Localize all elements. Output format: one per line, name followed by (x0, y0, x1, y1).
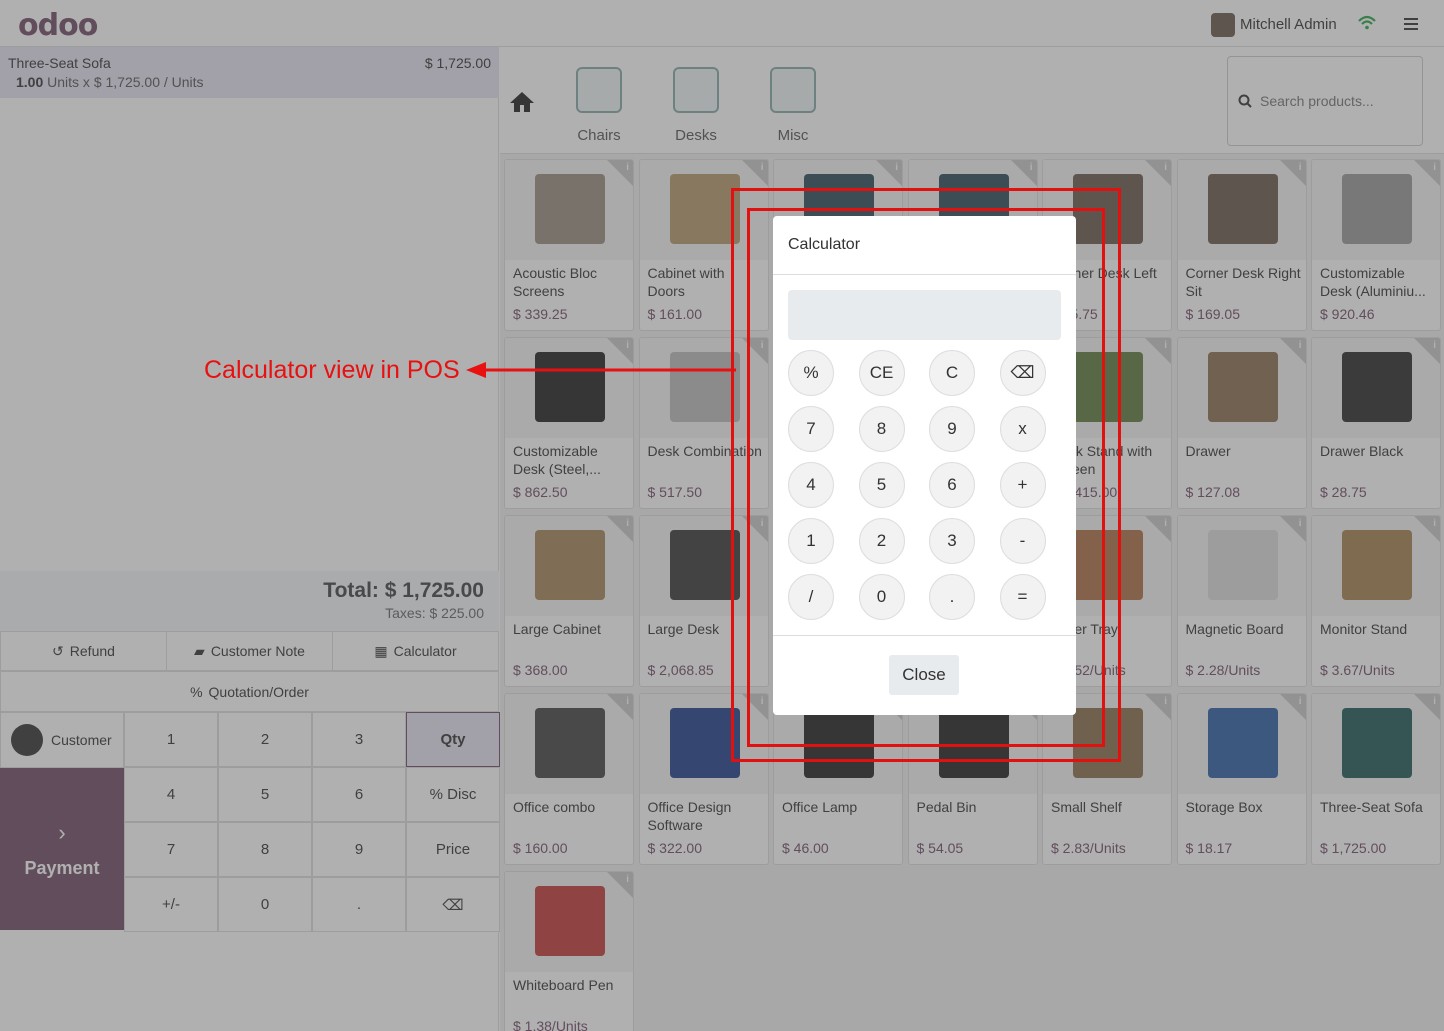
calc-key-7[interactable]: 7 (788, 406, 834, 452)
calc-key-2[interactable]: 2 (858, 518, 905, 564)
annotation-label: Calculator view in POS (204, 356, 460, 384)
calc-key-0[interactable]: 0 (858, 574, 905, 620)
calc-key-9[interactable]: 9 (929, 406, 975, 452)
clear-entry-key[interactable]: CE (858, 350, 905, 396)
pos-app: odoo Mitchell Admin Three-Seat Sofa $ 1,… (0, 0, 1444, 1031)
dialog-header-divider (773, 274, 1076, 275)
calc-key-3[interactable]: 3 (929, 518, 975, 564)
clear-key[interactable]: C (929, 350, 975, 396)
equals-key[interactable]: = (999, 574, 1046, 620)
calc-key-5[interactable]: 5 (858, 462, 905, 508)
multiply-key[interactable]: x (999, 406, 1046, 452)
calc-key-1[interactable]: 1 (788, 518, 834, 564)
dialog-footer-divider (773, 635, 1076, 636)
divide-key[interactable]: / (788, 574, 834, 620)
calc-key-6[interactable]: 6 (929, 462, 975, 508)
dialog-title: Calculator (788, 236, 861, 253)
close-button[interactable]: Close (889, 655, 959, 695)
percent-key[interactable]: % (788, 350, 834, 396)
annotation-arrow (466, 362, 736, 378)
minus-key[interactable]: - (999, 518, 1046, 564)
plus-key[interactable]: + (999, 462, 1046, 508)
calc-key-8[interactable]: 8 (858, 406, 905, 452)
calculator-dialog: Calculator % CE C ⌫ 7 8 9 x 4 5 6 +1 2 3- / 0. = Close (773, 216, 1076, 715)
calc-key-4[interactable]: 4 (788, 462, 834, 508)
backspace-key[interactable]: ⌫ (999, 350, 1046, 396)
calculator-display (788, 290, 1061, 340)
calc-decimal-key[interactable]: . (929, 574, 975, 620)
modal-backdrop (0, 0, 1444, 1031)
